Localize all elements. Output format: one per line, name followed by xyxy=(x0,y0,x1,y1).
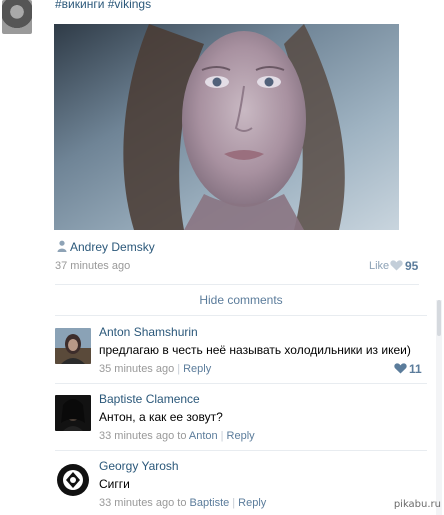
person-icon xyxy=(57,240,67,252)
post-image-art xyxy=(54,24,399,230)
comment-time[interactable]: 33 minutes ago xyxy=(99,430,174,442)
comment-avatar[interactable] xyxy=(55,462,91,498)
comment-separator xyxy=(55,315,427,316)
comment-avatar[interactable] xyxy=(55,395,91,431)
post-hashtags[interactable]: #викинги #vikings xyxy=(55,0,151,11)
divider xyxy=(55,284,419,285)
reply-to-user[interactable]: Baptiste xyxy=(190,497,230,509)
comment-text: предлагаю в честь неё называть холодильн… xyxy=(99,343,411,357)
heart-icon[interactable] xyxy=(394,363,407,374)
avatar-image xyxy=(55,328,91,364)
comment-author[interactable]: Baptiste Clamence xyxy=(99,392,200,406)
scrollbar-thumb[interactable] xyxy=(437,300,441,336)
post-image[interactable] xyxy=(54,24,399,230)
post-author-name[interactable]: Andrey Demsky xyxy=(70,240,155,254)
heart-icon[interactable] xyxy=(390,260,403,271)
avatar-image xyxy=(55,395,91,431)
comment-meta: 33 minutes ago to Baptiste | Reply xyxy=(99,497,267,509)
post-author-avatar[interactable] xyxy=(2,0,32,34)
avatar-image xyxy=(55,462,91,498)
comment-text: Антон, а как ее зовут? xyxy=(99,410,223,424)
comment-time[interactable]: 33 minutes ago xyxy=(99,497,174,509)
reply-link[interactable]: Reply xyxy=(227,430,255,442)
post-timestamp[interactable]: 37 minutes ago xyxy=(55,260,130,272)
watermark: pikabu.ru xyxy=(393,499,441,510)
comment-meta: 33 minutes ago to Anton | Reply xyxy=(99,430,255,442)
comment-like-count: 11 xyxy=(409,362,422,376)
comment-separator xyxy=(55,450,427,451)
comment-time[interactable]: 35 minutes ago xyxy=(99,363,174,375)
comment-author[interactable]: Georgy Yarosh xyxy=(99,459,179,473)
hide-comments-link[interactable]: Hide comments xyxy=(55,293,427,307)
comment-meta: 35 minutes ago | Reply xyxy=(99,363,212,375)
comment-separator xyxy=(55,383,427,384)
post-like-label[interactable]: Like xyxy=(369,260,389,272)
reply-link[interactable]: Reply xyxy=(238,497,266,509)
reply-link[interactable]: Reply xyxy=(183,363,211,375)
reply-to-user[interactable]: Anton xyxy=(189,430,218,442)
reply-to-word: to xyxy=(177,430,187,442)
comment-avatar[interactable] xyxy=(55,328,91,364)
comment-author[interactable]: Anton Shamshurin xyxy=(99,325,198,339)
post-like-count: 95 xyxy=(405,259,419,273)
comment-text: Сигги xyxy=(99,477,130,491)
reply-to-word: to xyxy=(177,497,187,509)
